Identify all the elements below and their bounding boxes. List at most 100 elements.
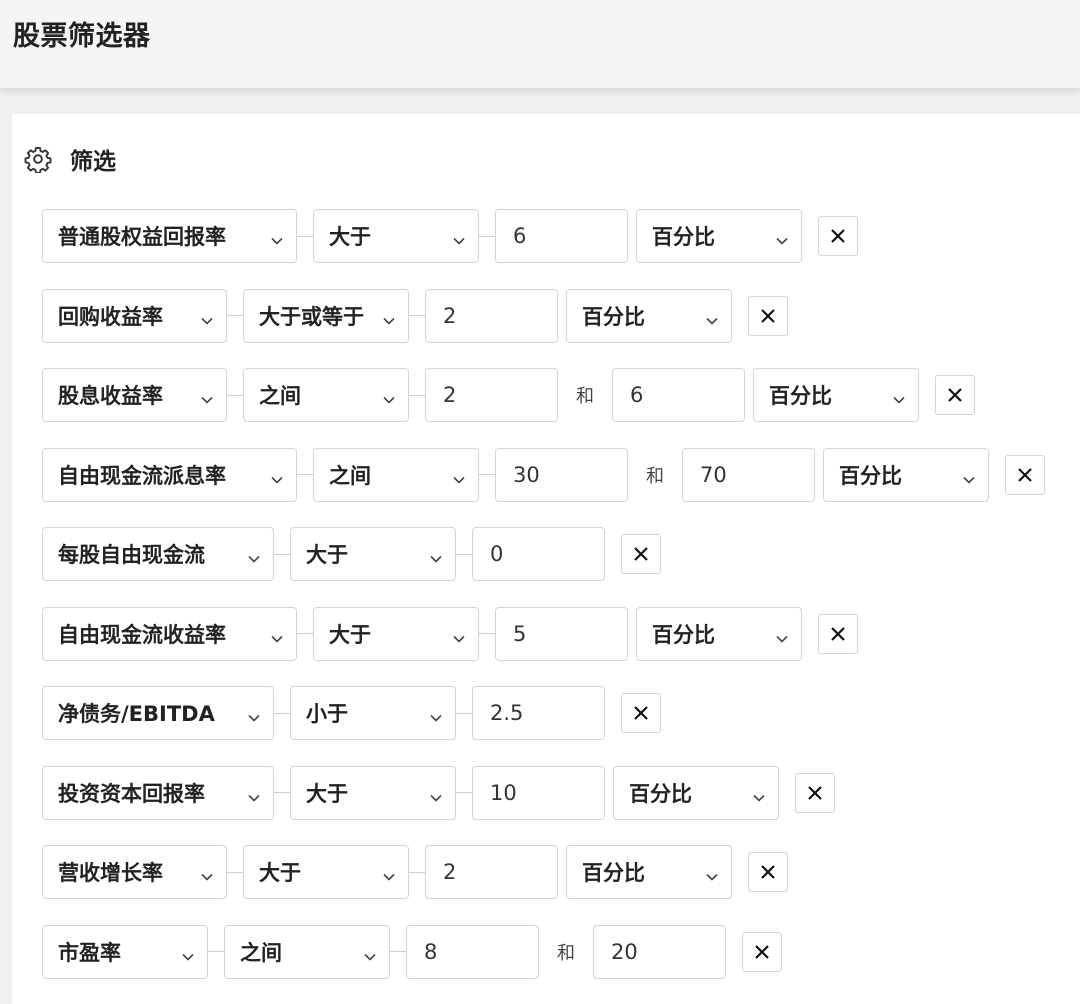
- connector-line: [274, 553, 290, 555]
- close-icon: [633, 705, 649, 721]
- chevron-down-icon: [247, 786, 261, 802]
- operator-select[interactable]: 大于或等于: [243, 288, 409, 343]
- metric-select[interactable]: 市盈率: [42, 924, 208, 979]
- value2-input[interactable]: 20: [593, 924, 726, 979]
- close-icon: [830, 228, 846, 244]
- chevron-down-icon: [429, 547, 443, 563]
- metric-select[interactable]: 每股自由现金流: [42, 527, 274, 581]
- filter-row: 普通股权益回报率 大于 6 百分比: [42, 209, 858, 263]
- unit-select[interactable]: 百分比: [823, 447, 989, 502]
- value-input[interactable]: 30: [495, 447, 628, 502]
- operator-select[interactable]: 之间: [313, 447, 479, 502]
- metric-select-label: 营收增长率: [58, 861, 163, 885]
- value-input[interactable]: 2: [425, 845, 558, 899]
- connector-line: [227, 394, 243, 396]
- operator-select[interactable]: 大于: [290, 765, 456, 820]
- chevron-down-icon: [705, 309, 719, 325]
- value2-input[interactable]: 6: [612, 368, 745, 422]
- chevron-down-icon: [270, 229, 284, 245]
- unit-select[interactable]: 百分比: [636, 606, 802, 661]
- unit-select-label: 百分比: [652, 622, 715, 647]
- operator-select-label: 之间: [240, 940, 282, 965]
- chevron-down-icon: [962, 468, 976, 484]
- operator-select[interactable]: 小于: [290, 686, 456, 740]
- operator-select-label: 之间: [259, 384, 301, 408]
- operator-select[interactable]: 大于: [313, 606, 479, 661]
- metric-select[interactable]: 普通股权益回报率: [42, 209, 297, 263]
- value-input[interactable]: 2: [425, 288, 558, 343]
- value-input[interactable]: 6: [495, 209, 628, 263]
- page-title: 股票筛选器: [13, 21, 151, 52]
- value-input[interactable]: 0: [472, 527, 605, 581]
- chevron-down-icon: [247, 706, 261, 722]
- chevron-down-icon: [382, 388, 396, 404]
- unit-select-label: 百分比: [652, 225, 715, 249]
- unit-select-label: 百分比: [582, 861, 645, 885]
- value-input[interactable]: 8: [406, 924, 539, 979]
- and-label: 和: [646, 465, 664, 487]
- remove-filter-button[interactable]: [621, 693, 661, 733]
- connector-line: [274, 792, 290, 793]
- connector-line: [208, 951, 224, 952]
- close-icon: [760, 864, 776, 880]
- close-icon: [807, 785, 823, 801]
- remove-filter-button[interactable]: [818, 613, 858, 654]
- connector-line: [456, 553, 472, 555]
- operator-select-label: 之间: [329, 463, 371, 488]
- metric-select[interactable]: 净债务/EBITDA: [42, 686, 274, 740]
- close-icon: [947, 387, 963, 403]
- metric-select[interactable]: 回购收益率: [42, 288, 227, 343]
- filter-row: 回购收益率 大于或等于 2 百分比: [42, 288, 788, 343]
- filter-panel-title: 筛选: [70, 149, 116, 175]
- operator-select[interactable]: 之间: [243, 368, 409, 422]
- gear-icon[interactable]: [24, 145, 52, 174]
- filter-row: 自由现金流收益率 大于 5 百分比: [42, 606, 858, 661]
- operator-select[interactable]: 大于: [313, 209, 479, 263]
- value-input[interactable]: 2: [425, 368, 558, 422]
- remove-filter-button[interactable]: [742, 931, 782, 972]
- close-icon: [754, 944, 770, 960]
- close-icon: [633, 546, 649, 562]
- metric-select[interactable]: 股息收益率: [42, 368, 227, 422]
- unit-select[interactable]: 百分比: [566, 845, 732, 899]
- value-input[interactable]: 2.5: [472, 686, 605, 740]
- connector-line: [390, 951, 406, 952]
- app-header: 股票筛选器: [0, 0, 1080, 88]
- value2-input[interactable]: 70: [682, 447, 815, 502]
- value-input[interactable]: 10: [472, 765, 605, 820]
- and-label: 和: [557, 942, 575, 964]
- chevron-down-icon: [270, 468, 284, 484]
- metric-select[interactable]: 自由现金流派息率: [42, 447, 297, 502]
- operator-select[interactable]: 大于: [290, 527, 456, 581]
- remove-filter-button[interactable]: [748, 295, 788, 336]
- remove-filter-button[interactable]: [748, 852, 788, 892]
- metric-select[interactable]: 投资资本回报率: [42, 765, 274, 820]
- operator-select-label: 大于: [259, 861, 301, 885]
- remove-filter-button[interactable]: [935, 375, 975, 415]
- connector-line: [456, 792, 472, 793]
- remove-filter-button[interactable]: [621, 534, 661, 574]
- chevron-down-icon: [452, 468, 466, 484]
- metric-select[interactable]: 营收增长率: [42, 845, 227, 899]
- operator-select[interactable]: 大于: [243, 845, 409, 899]
- unit-select[interactable]: 百分比: [753, 368, 919, 422]
- filter-row: 营收增长率 大于 2 百分比: [42, 845, 788, 899]
- remove-filter-button[interactable]: [818, 216, 858, 256]
- chevron-down-icon: [363, 945, 377, 961]
- metric-select-label: 投资资本回报率: [58, 781, 205, 806]
- operator-select[interactable]: 之间: [224, 924, 390, 979]
- value-input[interactable]: 5: [495, 606, 628, 661]
- chevron-down-icon: [705, 865, 719, 881]
- remove-filter-button[interactable]: [1005, 454, 1045, 495]
- unit-select-label: 百分比: [582, 304, 645, 329]
- operator-select-label: 大于: [329, 225, 371, 249]
- unit-select[interactable]: 百分比: [636, 209, 802, 263]
- unit-select-label: 百分比: [629, 781, 692, 806]
- metric-select[interactable]: 自由现金流收益率: [42, 606, 297, 661]
- remove-filter-button[interactable]: [795, 772, 835, 813]
- metric-select-label: 自由现金流派息率: [58, 463, 226, 488]
- unit-select-label: 百分比: [839, 463, 902, 488]
- metric-select-label: 每股自由现金流: [58, 543, 205, 567]
- unit-select[interactable]: 百分比: [613, 765, 779, 820]
- unit-select[interactable]: 百分比: [566, 288, 732, 343]
